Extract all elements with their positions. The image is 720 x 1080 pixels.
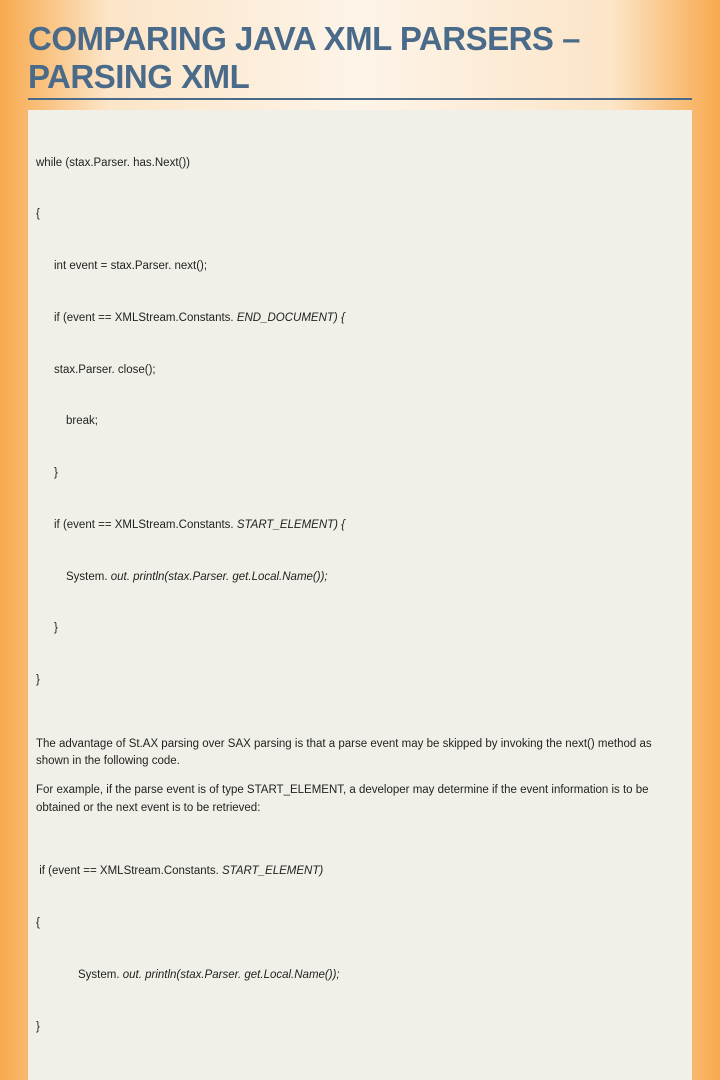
code-line: { (36, 206, 684, 223)
code-line: } (36, 465, 684, 482)
code-line: { (36, 915, 684, 932)
slide-title: COMPARING JAVA XML PARSERS – PARSING XML (28, 20, 692, 100)
code-line: if (event == XMLStream.Constants. END_DO… (36, 310, 684, 327)
slide: COMPARING JAVA XML PARSERS – PARSING XML… (0, 0, 720, 1080)
code-block-2: if (event == XMLStream.Constants. START_… (36, 829, 684, 1071)
code-line: if (event == XMLStream.Constants. START_… (36, 863, 684, 880)
paragraph-1: The advantage of St.AX parsing over SAX … (36, 736, 684, 771)
code-block-1: while (stax.Parser. has.Next()) { int ev… (36, 120, 684, 724)
code-line: int event = stax.Parser. next(); (36, 258, 684, 275)
code-line: } (36, 1019, 684, 1036)
code-line: stax.Parser. close(); (36, 362, 684, 379)
code-line: } (36, 672, 684, 689)
paragraph-2: For example, if the parse event is of ty… (36, 782, 684, 817)
slide-content: while (stax.Parser. has.Next()) { int ev… (28, 110, 692, 1080)
code-line: } (36, 620, 684, 637)
code-line: break; (36, 413, 684, 430)
code-line: while (stax.Parser. has.Next()) (36, 155, 684, 172)
code-line: System. out. println(stax.Parser. get.Lo… (36, 569, 684, 586)
code-line: if (event == XMLStream.Constants. START_… (36, 517, 684, 534)
code-line: System. out. println(stax.Parser. get.Lo… (36, 967, 684, 984)
